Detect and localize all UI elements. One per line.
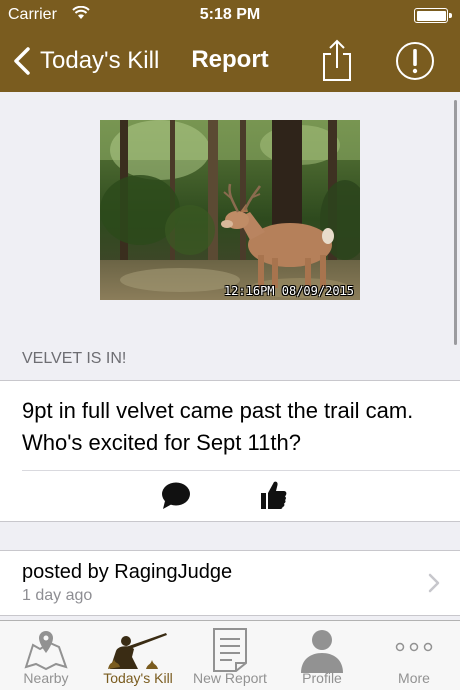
photo-timestamp: 12:16PM 08/09/2015 [223,284,354,298]
page-title: Report [191,46,269,73]
deer-photo-image [100,120,360,300]
share-icon[interactable] [320,38,354,82]
tab-label: Nearby [23,670,69,686]
person-icon [301,630,343,673]
tab-label: Today's Kill [103,670,173,686]
chevron-left-icon [14,47,30,75]
tab-label: More [398,670,430,686]
document-icon [213,628,247,672]
chevron-right-icon [428,573,440,593]
tab-more[interactable]: More [368,621,460,690]
status-time: 5:18 PM [199,6,261,23]
author-row[interactable]: posted by RagingJudge 1 day ago [0,550,460,616]
tab-nearby[interactable]: Nearby [0,621,92,690]
alert-circle-icon[interactable] [395,41,435,81]
status-bar: Carrier 5:18 PM [0,0,460,30]
tab-label: Profile [302,670,342,686]
divider [22,470,460,471]
tab-bar: Nearby Today's Kill New Report Profile M… [0,620,460,690]
tab-label: New Report [193,670,267,686]
tab-profile[interactable]: Profile [276,621,368,690]
thumbs-up-icon[interactable] [258,479,288,511]
author-name: posted by RagingJudge [22,561,233,583]
post-card: 9pt in full velvet came past the trail c… [0,380,460,522]
back-button-label: Today's Kill [40,47,160,74]
back-button[interactable]: Today's Kill [10,44,159,78]
photo-section: 12:16PM 08/09/2015 [0,92,460,342]
tab-new-report[interactable]: New Report [184,621,276,690]
scroll-indicator [454,100,457,345]
tab-todays-kill[interactable]: Today's Kill [92,621,184,690]
hunter-icon [108,633,167,669]
comment-bubble-icon[interactable] [160,481,192,511]
trail-cam-photo[interactable]: 12:16PM 08/09/2015 [100,120,360,300]
report-title: VELVET IS IN! [22,350,127,367]
battery-icon [414,8,452,23]
navigation-bar: Today's Kill Report [0,30,460,92]
post-time-ago: 1 day ago [22,587,93,604]
map-pin-icon [24,631,68,671]
more-dots-icon [395,642,433,652]
post-body: 9pt in full velvet came past the trail c… [22,398,414,455]
